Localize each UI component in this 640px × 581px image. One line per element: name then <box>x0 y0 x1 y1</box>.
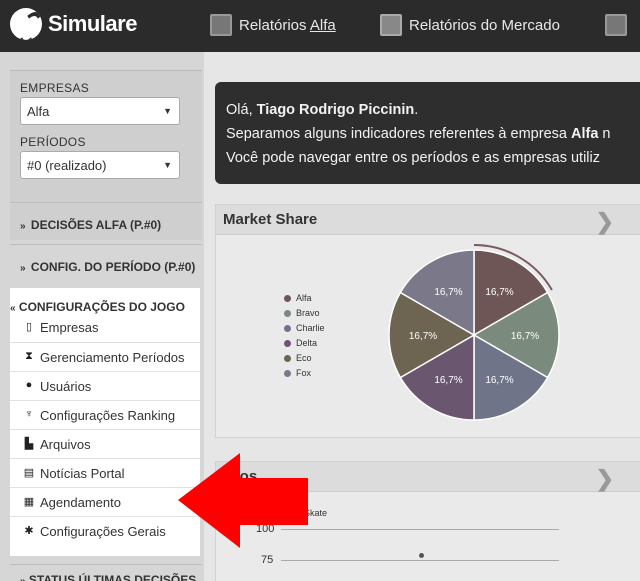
menu-item-empresas[interactable]: ▯ Empresas <box>10 313 200 342</box>
section-label: CONFIGURAÇÕES DO JOGO <box>18 300 185 314</box>
panel-title: ecos <box>223 468 258 485</box>
building-icon: ▯ <box>25 321 33 333</box>
market-share-panel: Market Share ❯ Alfa Bravo Charlie Delta Eco F… <box>215 204 640 438</box>
pie-slice-label: 16,7% <box>485 375 513 386</box>
menu-item-usuarios[interactable]: ● Usuários <box>10 371 200 400</box>
welcome-message: Olá, Tiago Rodrigo Piccinin. Separamos a… <box>215 82 640 184</box>
menu-item-label: Agendamento <box>40 495 121 510</box>
menu-item-label: Notícias Portal <box>40 466 125 481</box>
gridline <box>281 529 559 530</box>
menu-item-gerenciamento-periodos[interactable]: ⧗ Gerenciamento Períodos <box>10 342 200 371</box>
chevron-down-icon: » <box>20 576 26 581</box>
nav-label: Relatórios Alfa <box>239 16 336 34</box>
welcome-line-2: Separamos alguns indicadores referentes … <box>226 126 611 142</box>
y-tick-label: 100 <box>256 523 275 535</box>
report-icon <box>210 14 232 36</box>
section-label: DECISÕES ALFA (P.#0) <box>30 218 162 232</box>
market-share-pie-chart: 16,7% 16,7% 16,7% 16,7% 16,7% 16,7% <box>388 244 560 421</box>
users-icon: ● <box>25 379 33 391</box>
menu-item-label: Gerenciamento Períodos <box>40 350 185 365</box>
config-jogo-menu: « CONFIGURAÇÕES DO JOGO ▯ Empresas ⧗ Ger… <box>10 288 200 556</box>
periodos-label: PERÍODOS <box>20 135 86 149</box>
menu-item-noticias-portal[interactable]: ▤ Notícias Portal <box>10 458 200 487</box>
menu-item-label: Arquivos <box>40 437 91 452</box>
pie-slice-label: 16,7% <box>434 375 462 386</box>
pie-slice-label: 16,7% <box>434 287 462 298</box>
panel-header: ecos ❯ <box>216 462 640 492</box>
company-name: Alfa <box>570 126 599 142</box>
menu-item-configuracoes-gerais[interactable]: ✱ Configurações Gerais <box>10 516 200 545</box>
chevron-down-icon: » <box>20 221 26 232</box>
menu-item-label: Configurações Gerais <box>40 524 166 539</box>
empresas-label: EMPRESAS <box>20 81 90 95</box>
menu-item-arquivos[interactable]: ▙ Arquivos <box>10 429 200 458</box>
cog-icon: ✱ <box>24 525 34 537</box>
menu-item-label: Empresas <box>40 320 99 335</box>
menu-item-label: Configurações Ranking <box>40 408 176 423</box>
nav-relatorios-mercado[interactable]: Relatórios do Mercado <box>380 14 560 36</box>
empresas-select[interactable]: Alfa <box>20 97 180 125</box>
simulare-logo-icon <box>10 8 42 40</box>
calendar-icon: ▦ <box>23 496 35 508</box>
data-point <box>419 553 424 558</box>
menu-item-configuracoes-ranking[interactable]: ♆ Configurações Ranking <box>10 400 200 429</box>
nav-more[interactable] <box>605 14 634 36</box>
menu-item-label: Usuários <box>40 379 92 394</box>
menu-item-agendamento[interactable]: ▦ Agendamento <box>10 487 200 516</box>
section-config-periodo[interactable]: » CONFIG. DO PERÍODO (P.#0) <box>10 244 202 286</box>
brand-name: Simulare <box>48 11 137 36</box>
periodos-select[interactable]: #0 (realizado) <box>20 151 180 179</box>
series-label: Skate <box>304 508 328 518</box>
gridline <box>281 560 559 561</box>
pie-slice-label: 16,7% <box>409 331 437 342</box>
section-label: CONFIG. DO PERÍODO (P.#0) <box>30 260 196 274</box>
market-report-icon <box>380 14 402 36</box>
nav-relatorios-alfa[interactable]: Relatórios Alfa <box>210 14 336 36</box>
brand-logo[interactable]: Simulare <box>10 8 137 40</box>
trophy-icon: ♆ <box>24 408 34 420</box>
sidebar: EMPRESAS Alfa PERÍODOS #0 (realizado) » … <box>0 52 204 581</box>
chevron-right-icon[interactable]: ❯ <box>596 466 614 492</box>
hourglass-icon: ⧗ <box>25 350 33 362</box>
top-navbar: Simulare Relatórios Alfa Relatórios do M… <box>0 0 640 52</box>
welcome-line-1: Olá, Tiago Rodrigo Piccinin. <box>226 102 419 118</box>
pie-slice-label: 16,7% <box>511 331 539 342</box>
section-status-decisoes[interactable]: » STATUS ÚLTIMAS DECISÕES <box>10 564 202 581</box>
welcome-line-3: Você pode navegar entre os períodos e as… <box>226 150 601 166</box>
chevron-down-icon: » <box>20 263 26 274</box>
nav-label: Relatórios do Mercado <box>409 16 560 34</box>
pie-slice-label: 16,7% <box>485 287 513 298</box>
newspaper-icon: ▤ <box>23 467 35 479</box>
section-label: STATUS ÚLTIMAS DECISÕES <box>28 573 197 581</box>
precos-panel: ecos ❯ Skate 100 75 <box>215 461 640 581</box>
user-name: Tiago Rodrigo Piccinin <box>256 102 415 118</box>
y-tick-label: 75 <box>261 554 274 566</box>
news-icon <box>605 14 627 36</box>
section-decisoes[interactable]: » DECISÕES ALFA (P.#0) <box>10 202 202 244</box>
file-icon: ▙ <box>24 438 34 450</box>
